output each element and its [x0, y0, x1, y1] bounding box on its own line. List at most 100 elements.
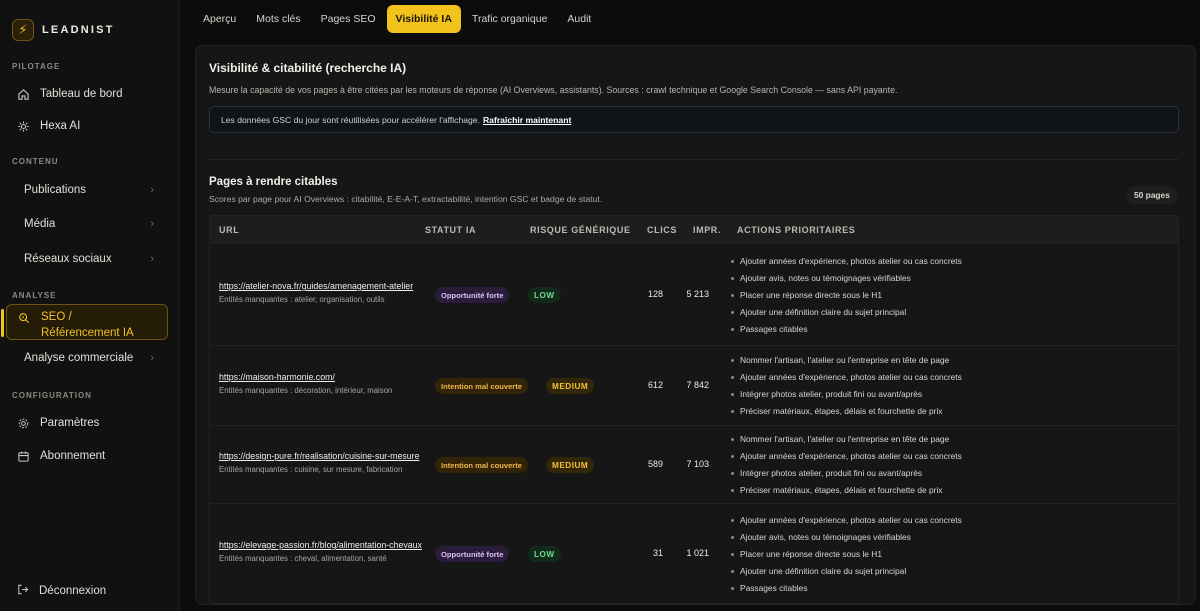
sidebar-item-media[interactable]: Média ›: [6, 213, 168, 235]
url-cell: https://elevage-passion.fr/blog/alimenta…: [219, 540, 422, 563]
brand[interactable]: ⚡ LEADNIST: [0, 0, 179, 60]
page-url-link[interactable]: https://atelier-nova.fr/guides/amenageme…: [219, 281, 413, 291]
action-item: Intégrer photos atelier, produit fini ou…: [730, 465, 962, 482]
action-item: Ajouter années d'expérience, photos atel…: [730, 512, 962, 529]
page-url-link[interactable]: https://elevage-passion.fr/blog/alimenta…: [219, 540, 422, 550]
visibility-panel: Visibilité & citabilité (recherche IA) M…: [195, 45, 1196, 605]
gear-icon: [16, 416, 30, 430]
citable-pages-table: URL STATUT IA RISQUE GÉNÉRIQUE CLICS IMP…: [209, 215, 1179, 604]
risk-badge: MEDIUM: [546, 457, 595, 473]
missing-entities: Entités manquantes : cuisine, sur mesure…: [219, 465, 403, 474]
tab-3[interactable]: Visibilité IA: [386, 5, 461, 33]
action-item: Préciser matériaux, étapes, délais et fo…: [730, 403, 962, 420]
lightning-bolt-icon: ⚡: [12, 19, 34, 41]
url-cell: https://design-pure.fr/realisation/cuisi…: [219, 451, 419, 474]
column-header-impressions[interactable]: IMPR.: [693, 225, 721, 235]
refresh-now-link[interactable]: Rafraîchir maintenant: [483, 115, 571, 125]
sidebar-item-label: Média: [24, 218, 56, 230]
sidebar-item-label: Analyse commerciale: [24, 352, 134, 364]
page-count-badge: 50 pages: [1126, 186, 1178, 204]
section-title: Pages à rendre citables: [209, 176, 338, 188]
action-item: Passages citables: [730, 580, 962, 597]
panel-description: Mesure la capacité de vos pages à être c…: [209, 85, 898, 95]
sidebar-item-label: Hexa AI: [40, 120, 81, 132]
gsc-cache-notice: Les données GSC du jour sont réutilisées…: [209, 106, 1179, 133]
risk-badge: LOW: [528, 287, 561, 303]
priority-actions: Ajouter années d'expérience, photos atel…: [730, 512, 962, 597]
page-url-link[interactable]: https://maison-harmonie.com/: [219, 372, 392, 382]
sidebar-item-seo-ia[interactable]: SEO / Référencement IA: [1, 304, 168, 340]
sidebar-item-label: Abonnement: [40, 450, 106, 462]
tab-bar: Aperçu Mots clés Pages SEO Visibilité IA Tra…: [194, 5, 602, 33]
status-badge: Intention mal couverte: [435, 378, 529, 394]
table-row: https://maison-harmonie.com/Entités manq…: [210, 345, 1178, 425]
impressions-value: 7 103: [686, 459, 709, 469]
missing-entities: Entités manquantes : décoration, intérie…: [219, 386, 393, 395]
sidebar-item-analyse-commerciale[interactable]: Analyse commerciale ›: [6, 347, 168, 369]
search-icon: [17, 311, 31, 325]
tab-2[interactable]: Pages SEO: [312, 5, 385, 33]
sidebar-item-parametres[interactable]: Paramètres: [6, 412, 168, 434]
table-row: https://atelier-nova.fr/guides/amenageme…: [210, 243, 1178, 345]
action-item: Ajouter avis, notes ou témoignages vérif…: [730, 529, 962, 546]
tab-5[interactable]: Audit: [558, 5, 600, 33]
sidebar-item-social[interactable]: Réseaux sociaux ›: [6, 248, 168, 270]
chevron-right-icon: ›: [150, 253, 154, 265]
clicks-value: 31: [652, 548, 663, 558]
logout-button[interactable]: Déconnexion: [6, 578, 106, 604]
action-item: Ajouter une définition claire du sujet p…: [730, 304, 962, 321]
status-badge: Opportunité forte: [435, 287, 510, 303]
clicks-value: 612: [647, 380, 663, 390]
missing-entities: Entités manquantes : cheval, alimentatio…: [219, 554, 387, 563]
page-url-link[interactable]: https://design-pure.fr/realisation/cuisi…: [219, 451, 419, 461]
action-item: Ajouter années d'expérience, photos atel…: [730, 369, 962, 386]
sidebar-item-hexa-ai[interactable]: Hexa AI: [6, 115, 168, 137]
action-item: Ajouter années d'expérience, photos atel…: [730, 448, 962, 465]
section-label-contenu: CONTENU: [12, 157, 59, 166]
main-content: Aperçu Mots clés Pages SEO Visibilité IA Tra…: [180, 0, 1200, 611]
action-item: Ajouter avis, notes ou témoignages vérif…: [730, 270, 962, 287]
sidebar-item-abonnement[interactable]: Abonnement: [6, 445, 168, 467]
action-item: Placer une réponse directe sous le H1: [730, 546, 962, 563]
risk-badge: MEDIUM: [546, 378, 595, 394]
column-header-risque[interactable]: RISQUE GÉNÉRIQUE: [530, 225, 631, 235]
divider: [209, 159, 1179, 160]
table-row: https://elevage-passion.fr/blog/alimenta…: [210, 503, 1178, 603]
risk-badge: LOW: [528, 546, 561, 562]
action-item: Nommer l'artisan, l'atelier ou l'entrepr…: [730, 431, 962, 448]
priority-actions: Nommer l'artisan, l'atelier ou l'entrepr…: [730, 352, 962, 420]
section-description: Scores par page pour AI Overviews : cita…: [209, 194, 603, 204]
impressions-value: 7 842: [686, 380, 709, 390]
sidebar-item-label: Publications: [24, 184, 87, 196]
action-item: Nommer l'artisan, l'atelier ou l'entrepr…: [730, 352, 962, 369]
sidebar-item-publications[interactable]: Publications ›: [6, 179, 168, 201]
status-badge: Intention mal couverte: [435, 457, 529, 473]
url-cell: https://maison-harmonie.com/Entités manq…: [219, 372, 392, 395]
column-header-statut[interactable]: STATUT IA: [425, 225, 476, 235]
action-item: Placer une réponse directe sous le H1: [730, 287, 962, 304]
sidebar-item-label: Paramètres: [40, 417, 100, 429]
column-header-url[interactable]: URL: [219, 225, 239, 235]
tab-4[interactable]: Trafic organique: [463, 5, 556, 33]
notice-text: Les données GSC du jour sont réutilisées…: [221, 114, 480, 125]
missing-entities: Entités manquantes : atelier, organisati…: [219, 295, 385, 304]
action-item: Intégrer photos atelier, produit fini ou…: [730, 386, 962, 403]
action-item: Préciser matériaux, étapes, délais et fo…: [730, 482, 962, 499]
home-icon: [16, 87, 30, 101]
priority-actions: Nommer l'artisan, l'atelier ou l'entrepr…: [730, 431, 962, 499]
active-indicator: [1, 309, 4, 337]
tab-0[interactable]: Aperçu: [194, 5, 245, 33]
calendar-icon: [16, 449, 30, 463]
chevron-right-icon: ›: [150, 352, 154, 364]
action-item: Ajouter une définition claire du sujet p…: [730, 563, 962, 580]
sparkle-icon: [16, 119, 30, 133]
sidebar-item-label: Réseaux sociaux: [24, 253, 112, 265]
sidebar-item-dashboard[interactable]: Tableau de bord: [6, 83, 168, 105]
logout-label: Déconnexion: [39, 585, 107, 597]
action-item: Passages citables: [730, 321, 962, 338]
impressions-value: 5 213: [686, 289, 709, 299]
brand-name: LEADNIST: [42, 24, 115, 36]
tab-1[interactable]: Mots clés: [247, 5, 309, 33]
column-header-clics[interactable]: CLICS: [647, 225, 677, 235]
sidebar: ⚡ LEADNIST PILOTAGE Tableau de bord Hexa…: [0, 0, 180, 611]
